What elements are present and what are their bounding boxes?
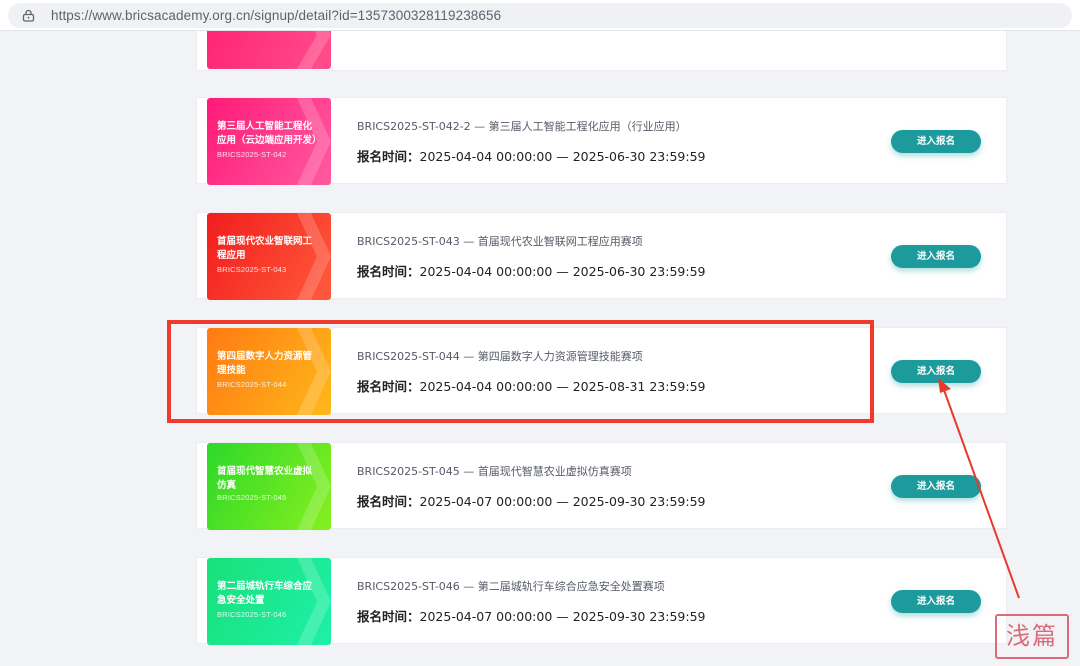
thumbnail-code: BRICS2025-ST-042 — [217, 150, 287, 159]
signup-time: 报名时间：2025-04-07 00:00:00 — 2025-09-30 23… — [357, 606, 705, 625]
signup-time-range: 2025-04-04 00:00:00 — 2025-06-30 23:59:5… — [419, 264, 706, 279]
enter-signup-button[interactable]: 进入报名 — [891, 475, 981, 498]
competition-thumbnail[interactable]: 首届现代农业智联网工程应用 BRICS2025-ST-043 — [207, 213, 331, 300]
url-text[interactable]: https://www.bricsacademy.org.cn/signup/d… — [51, 8, 501, 23]
competition-thumbnail[interactable]: 第四届数字人力资源管理技能 BRICS2025-ST-044 — [207, 328, 331, 415]
enter-signup-button[interactable]: 进入报名 — [891, 130, 981, 153]
signup-time-label: 报名时间： — [357, 149, 420, 164]
competition-title: BRICS2025-ST-045 — 首届现代智慧农业虚拟仿真赛项 — [357, 465, 632, 478]
thumbnail-code: BRICS2025-ST-045 — [217, 493, 287, 502]
signup-time-range: 2025-04-04 00:00:00 — 2025-06-30 23:59:5… — [419, 149, 706, 164]
thumbnail-title: 首届现代农业智联网工程应用 — [217, 236, 313, 261]
signup-time-label: 报名时间： — [357, 379, 420, 394]
signup-time: 报名时间：2025-04-04 00:00:00 — 2025-06-30 23… — [357, 146, 705, 165]
competition-title: BRICS2025-ST-044 — 第四届数字人力资源管理技能赛项 — [357, 350, 643, 363]
thumbnail-code: BRICS2025-ST-046 — [217, 610, 287, 619]
competition-thumbnail[interactable]: 第三届人工智能工程化应用（云边端应用开发） BRICS2025-ST-042 — [207, 98, 331, 185]
enter-signup-button[interactable]: 进入报名 — [891, 245, 981, 268]
competition-row: 第三届人工智能工程化应用（云边端应用开发） BRICS2025-ST-042 BRI… — [196, 97, 1007, 185]
competition-row: 第四届数字人力资源管理技能 BRICS2025-ST-044 BRICS2025-S… — [196, 327, 1007, 415]
url-field[interactable]: https://www.bricsacademy.org.cn/signup/d… — [8, 3, 1072, 28]
signup-time: 报名时间：2025-04-04 00:00:00 — 2025-06-30 23… — [357, 261, 705, 280]
signup-time: 报名时间：2025-04-04 00:00:00 — 2025-08-31 23… — [357, 376, 705, 395]
thumbnail-code: BRICS2025-ST-043 — [217, 265, 287, 274]
signup-time-range: 2025-04-07 00:00:00 — 2025-09-30 23:59:5… — [419, 609, 706, 624]
enter-signup-button[interactable]: 进入报名 — [891, 590, 981, 613]
competition-title: BRICS2025-ST-043 — 首届现代农业智联网工程应用赛项 — [357, 235, 643, 248]
competition-list: BRICS2025-ST-042报名时间：2025-04-04 00:00:00… — [0, 0, 1080, 666]
thumbnail-title: 第四届数字人力资源管理技能 — [217, 351, 313, 376]
signup-time-label: 报名时间： — [357, 264, 420, 279]
signup-time-range: 2025-04-04 00:00:00 — 2025-08-31 23:59:5… — [419, 379, 706, 394]
lock-icon[interactable] — [22, 9, 35, 22]
competition-title: BRICS2025-ST-042-2 — 第三届人工智能工程化应用（行业应用） — [357, 120, 687, 133]
signup-time-label: 报名时间： — [357, 609, 420, 624]
thumbnail-title: 第二届城轨行车综合应急安全处置 — [217, 581, 313, 606]
competition-title: BRICS2025-ST-046 — 第二届城轨行车综合应急安全处置赛项 — [357, 580, 665, 593]
competition-row: 首届现代农业智联网工程应用 BRICS2025-ST-043 BRICS2025-S… — [196, 212, 1007, 300]
competition-thumbnail[interactable]: 首届现代智慧农业虚拟仿真 BRICS2025-ST-045 — [207, 443, 331, 530]
competition-thumbnail[interactable]: 第二届城轨行车综合应急安全处置 BRICS2025-ST-046 — [207, 558, 331, 645]
browser-address-bar[interactable]: https://www.bricsacademy.org.cn/signup/d… — [0, 0, 1080, 31]
thumbnail-title: 首届现代智慧农业虚拟仿真 — [217, 466, 313, 491]
signup-time-range: 2025-04-07 00:00:00 — 2025-09-30 23:59:5… — [419, 494, 706, 509]
signup-time: 报名时间：2025-04-07 00:00:00 — 2025-09-30 23… — [357, 491, 705, 510]
enter-signup-button[interactable]: 进入报名 — [891, 360, 981, 383]
thumbnail-title: 第三届人工智能工程化应用（云边端应用开发） — [217, 121, 322, 146]
thumbnail-code: BRICS2025-ST-044 — [217, 380, 287, 389]
signup-time-label: 报名时间： — [357, 494, 420, 509]
competition-row: 首届现代智慧农业虚拟仿真 BRICS2025-ST-045 BRICS2025-ST… — [196, 442, 1007, 530]
competition-row: 第二届城轨行车综合应急安全处置 BRICS2025-ST-046 BRICS2025… — [196, 557, 1007, 645]
